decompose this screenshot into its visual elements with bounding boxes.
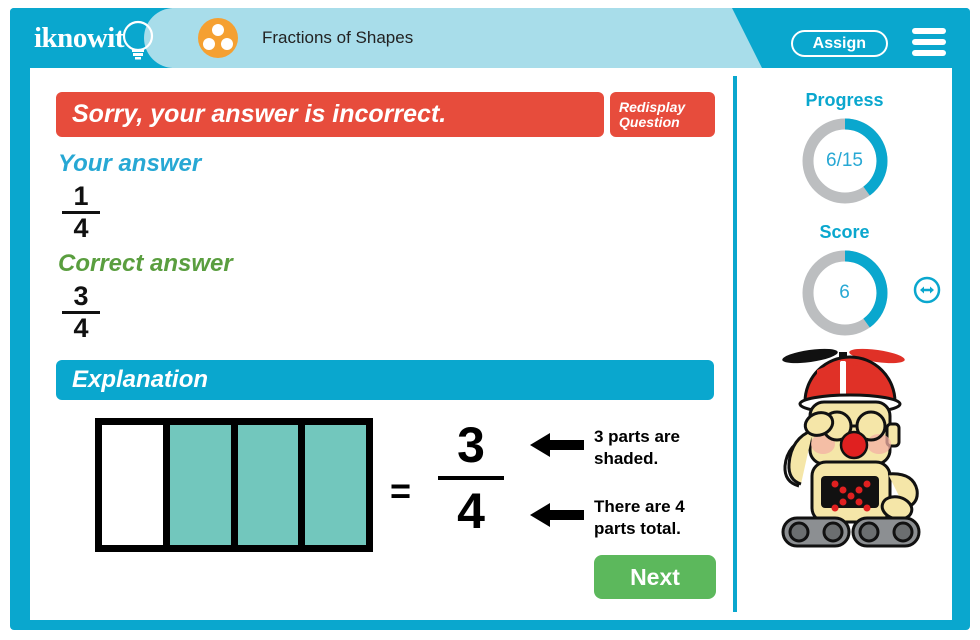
- note-2-line-1: There are 4: [594, 497, 685, 516]
- left-arrow-icon: [530, 503, 584, 527]
- shape-part-shaded: [237, 425, 299, 545]
- explanation-header: Explanation: [56, 360, 714, 400]
- assign-button[interactable]: Assign: [790, 30, 888, 57]
- score-title: Score: [819, 222, 870, 242]
- your-answer-numerator: 1: [73, 181, 89, 211]
- explanation-note-2: There are 4 parts total.: [530, 496, 734, 540]
- score-value: 6: [839, 282, 850, 303]
- progress-title: Progress: [805, 90, 884, 110]
- redisplay-question-button[interactable]: Redisplay Question: [610, 92, 715, 137]
- note-2-line-2: parts total.: [594, 519, 681, 538]
- explanation-title: Explanation: [72, 366, 209, 393]
- your-answer-fraction: 1 4: [60, 183, 102, 242]
- app-root: Fractions of Shapes iknowit Assign Sorry…: [0, 0, 980, 640]
- correct-answer-denominator: 4: [73, 313, 89, 343]
- correct-answer-numerator: 3: [73, 281, 89, 311]
- explanation-note-1: 3 parts are shaded.: [530, 426, 734, 470]
- logo-text: iknowit: [34, 22, 124, 54]
- content-card: Sorry, your answer is incorrect. Redispl…: [30, 68, 952, 620]
- page-frame: Fractions of Shapes iknowit Assign Sorry…: [10, 8, 970, 630]
- main-panel: Sorry, your answer is incorrect. Redispl…: [30, 68, 733, 620]
- score-donut: 6: [799, 247, 891, 339]
- progress-value: 6/15: [826, 150, 863, 171]
- shape-part-shaded: [169, 425, 231, 545]
- next-button[interactable]: Next: [594, 555, 716, 599]
- lightbulb-icon: [122, 20, 154, 60]
- result-banner: Sorry, your answer is incorrect.: [56, 92, 604, 137]
- app-header: Fractions of Shapes iknowit Assign: [10, 8, 970, 68]
- fraction-bar: [438, 476, 504, 480]
- explanation-note-2-text: There are 4 parts total.: [594, 496, 734, 540]
- explanation-denominator: 4: [457, 483, 485, 539]
- equals-sign: =: [390, 470, 412, 511]
- three-dots-circle-icon: [198, 18, 238, 58]
- hamburger-menu-icon[interactable]: [912, 28, 946, 56]
- your-answer-denominator: 4: [73, 213, 89, 243]
- note-1-line-1: 3 parts are: [594, 427, 680, 446]
- left-arrow-icon: [530, 433, 584, 457]
- result-message: Sorry, your answer is incorrect.: [72, 100, 447, 128]
- subject-title: Fractions of Shapes: [262, 28, 414, 47]
- correct-answer-fraction: 3 4: [60, 283, 102, 342]
- progress-donut: 6/15: [799, 115, 891, 207]
- your-answer-label: Your answer: [58, 150, 202, 177]
- sidebar-panel: Progress 6/15 Score 6: [737, 68, 952, 620]
- next-button-label: Next: [630, 563, 680, 590]
- iknowit-logo[interactable]: iknowit: [32, 16, 172, 62]
- explanation-diagram: = 3 4 3 parts are shaded. There are 4 pa…: [30, 408, 733, 568]
- explanation-numerator: 3: [457, 417, 485, 473]
- shape-part-shaded: [305, 425, 366, 545]
- explanation-note-1-text: 3 parts are shaded.: [594, 426, 734, 470]
- resize-horizontal-icon[interactable]: [913, 276, 941, 304]
- shape-part-unshaded: [102, 425, 163, 545]
- explanation-fraction: 3 4: [435, 416, 507, 540]
- redisplay-line-2: Question: [619, 113, 680, 130]
- redisplay-line-1: Redisplay: [619, 98, 686, 115]
- note-1-line-2: shaded.: [594, 449, 659, 468]
- progress-gauge: Progress 6/15: [737, 90, 952, 207]
- subject-title-pill: Fractions of Shapes: [144, 8, 762, 68]
- assign-button-label: Assign: [812, 34, 866, 52]
- robot-mascot-propeller-hat-icon: [781, 348, 921, 548]
- correct-answer-label: Correct answer: [58, 250, 233, 277]
- fraction-shape-bar: [95, 418, 373, 552]
